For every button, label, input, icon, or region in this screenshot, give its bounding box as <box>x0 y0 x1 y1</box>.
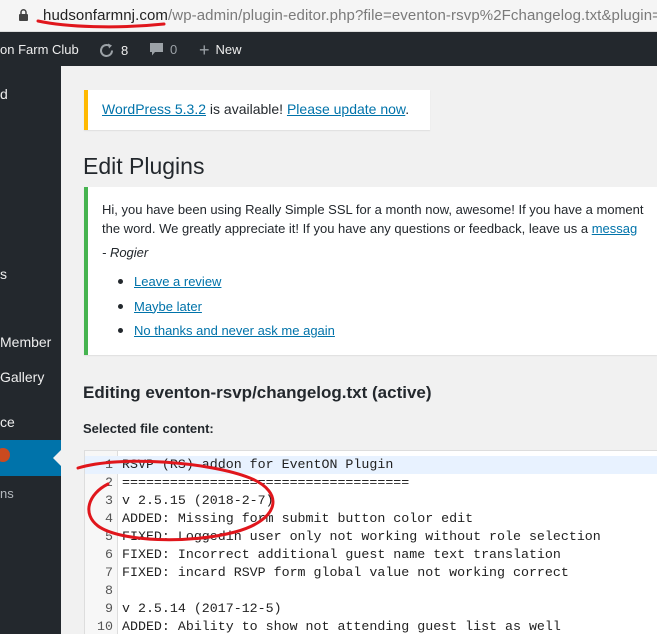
active-arrow <box>53 450 61 466</box>
ssl-review-notice: Hi, you have been using Really Simple SS… <box>84 187 657 355</box>
ssl-signature: - Rogier <box>102 245 149 260</box>
code-text: v 2.5.14 (2017-12-5) <box>122 601 282 616</box>
code-line[interactable]: 1 RSVP (RS) addon for EventON Plugin <box>85 456 657 474</box>
ssl-message: Hi, you have been using Really Simple SS… <box>102 200 657 238</box>
code-text: ADDED: Ability to show not attending gue… <box>122 619 561 634</box>
dismiss-forever-link[interactable]: No thanks and never ask me again <box>134 323 335 338</box>
wordpress-version-link[interactable]: WordPress 5.3.2 <box>102 101 206 117</box>
sidebar-item-dashboard[interactable]: d <box>0 86 8 102</box>
leave-review-link[interactable]: Leave a review <box>134 274 221 289</box>
sidebar-item-appearance[interactable]: ce <box>0 414 15 430</box>
code-line[interactable]: 9 v 2.5.14 (2017-12-5) <box>85 600 657 618</box>
line-number: 1 <box>105 457 113 472</box>
code-line[interactable]: 2 ==================================== <box>85 474 657 492</box>
admin-bar: on Farm Club 8 0 + New <box>0 32 657 66</box>
list-item: Leave a review <box>118 272 335 297</box>
line-number: 8 <box>105 583 113 598</box>
maybe-later-link[interactable]: Maybe later <box>134 299 202 314</box>
page-title: Edit Plugins <box>83 153 205 179</box>
code-text: FIXED: Loggedin user only not working wi… <box>122 529 601 544</box>
sidebar-item-gallery[interactable]: Gallery <box>0 369 44 385</box>
sidebar-item-label: Member <box>0 334 52 350</box>
ssl-message-line2: the word. We greatly appreciate it! If y… <box>102 219 657 238</box>
list-item: Maybe later <box>118 297 335 322</box>
code-text: ==================================== <box>122 475 410 490</box>
plus-icon: + <box>199 39 210 60</box>
site-name: on Farm Club <box>0 42 79 57</box>
sidebar-item-label: ce <box>0 414 15 430</box>
site-name-link[interactable]: on Farm Club <box>0 42 79 57</box>
line-number: 4 <box>105 511 113 526</box>
line-number: 7 <box>105 565 113 580</box>
code-line[interactable]: 10 ADDED: Ability to show not attending g… <box>85 618 657 634</box>
code-line[interactable]: 7 FIXED: incard RSVP form global value no… <box>85 564 657 582</box>
updates-link[interactable]: 8 <box>98 42 128 59</box>
comments-count: 0 <box>170 42 178 57</box>
update-notice-end: . <box>405 101 410 117</box>
url-path: /wp-admin/plugin-editor.php?file=eventon… <box>168 7 657 24</box>
sidebar-item-plugins[interactable] <box>0 440 61 476</box>
code-line[interactable]: 4 ADDED: Missing form submit button color… <box>85 510 657 528</box>
list-item: No thanks and never ask me again <box>118 321 335 346</box>
sidebar-subitem-plugins[interactable]: ns <box>0 486 14 501</box>
line-number: 2 <box>105 475 113 490</box>
code-text: FIXED: Incorrect additional guest name t… <box>122 547 561 562</box>
sidebar-item-posts[interactable]: s <box>0 266 7 282</box>
update-now-link[interactable]: Please update now <box>287 101 405 117</box>
code-text: FIXED: incard RSVP form global value not… <box>122 565 569 580</box>
new-label: New <box>215 42 242 57</box>
new-content-link[interactable]: + New <box>199 39 242 60</box>
updates-count: 8 <box>121 43 129 58</box>
message-link[interactable]: messag <box>592 221 638 236</box>
code-line[interactable]: 6 FIXED: Incorrect additional guest name … <box>85 546 657 564</box>
code-line[interactable]: 5 FIXED: Loggedin user only not working w… <box>85 528 657 546</box>
code-text: ADDED: Missing form submit button color … <box>122 511 474 526</box>
selected-file-label: Selected file content: <box>83 421 214 436</box>
code-line[interactable]: 8 <box>85 582 657 600</box>
comments-link[interactable]: 0 <box>149 42 177 57</box>
line-number: 10 <box>97 619 113 634</box>
line-number: 9 <box>105 601 113 616</box>
editing-file-title: Editing eventon-rsvp/changelog.txt (acti… <box>83 383 432 402</box>
line-number: 3 <box>105 493 113 508</box>
code-editor[interactable]: 1 RSVP (RS) addon for EventON Plugin 2 ===… <box>84 450 657 634</box>
refresh-icon <box>100 43 113 57</box>
code-text: RSVP (RS) addon for EventON Plugin <box>122 457 394 472</box>
admin-sidebar: d s Member Gallery ce ns <box>0 66 61 634</box>
comment-bubble-icon <box>150 43 163 56</box>
sidebar-item-label: s <box>0 266 7 282</box>
sidebar-item-label: d <box>0 86 8 102</box>
update-notice-text: is available! <box>206 101 287 117</box>
ssl-action-list: Leave a review Maybe later No thanks and… <box>118 272 335 346</box>
update-notice: WordPress 5.3.2 is available! Please upd… <box>84 90 430 130</box>
lock-icon <box>19 9 28 21</box>
sidebar-item-label: ns <box>0 486 14 501</box>
code-line[interactable]: 3 v 2.5.15 (2018-2-7) <box>85 492 657 510</box>
ssl-message-line2-text: the word. We greatly appreciate it! If y… <box>102 221 592 236</box>
ssl-message-line1: Hi, you have been using Really Simple SS… <box>102 202 644 217</box>
code-text: v 2.5.15 (2018-2-7) <box>122 493 274 508</box>
sidebar-item-member[interactable]: Member <box>0 334 51 350</box>
line-number: 6 <box>105 547 113 562</box>
update-count-badge <box>0 448 10 462</box>
line-number: 5 <box>105 529 113 544</box>
sidebar-item-label: Gallery <box>0 369 45 385</box>
browser-url-bar[interactable]: hudsonfarmnj.com/wp-admin/plugin-editor.… <box>0 0 657 32</box>
